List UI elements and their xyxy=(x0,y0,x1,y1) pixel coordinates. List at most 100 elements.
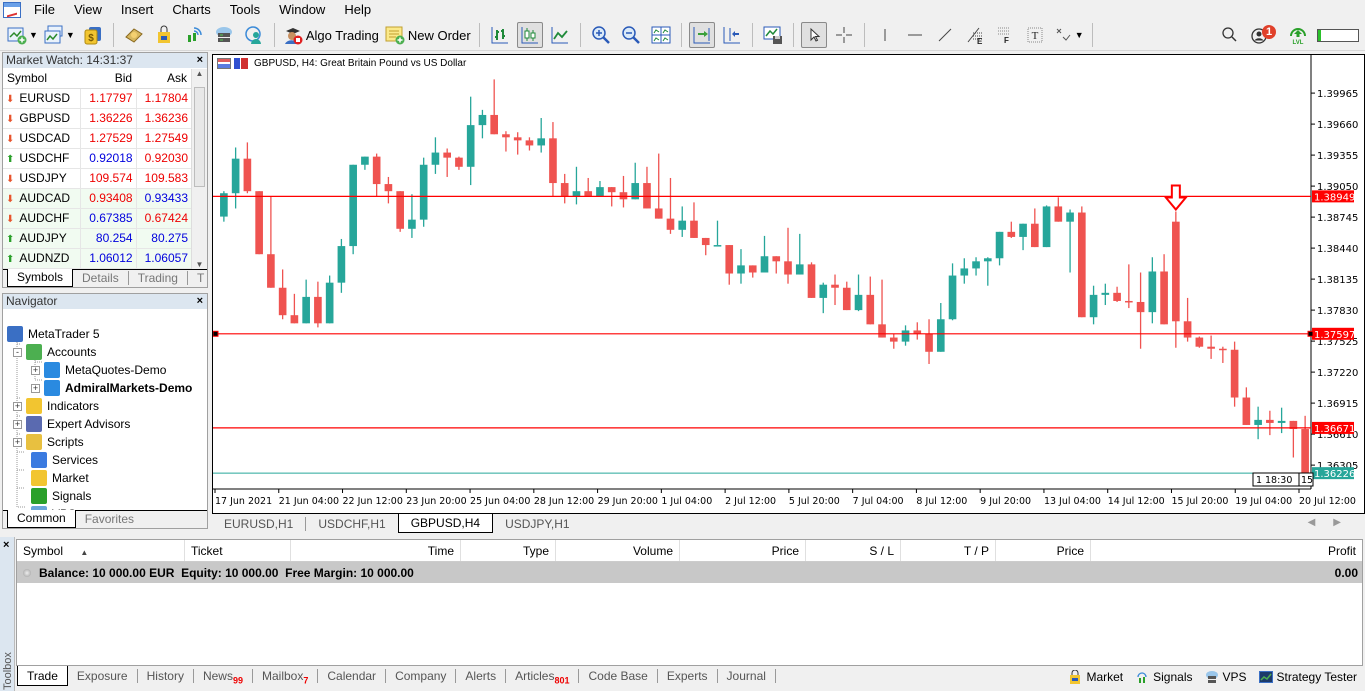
column-header-price[interactable]: Price xyxy=(680,540,806,561)
column-header-bid[interactable]: Bid xyxy=(80,68,137,89)
navigator-item[interactable]: + AdmiralMarkets-Demo xyxy=(31,379,192,397)
crosshair-tool-button[interactable] xyxy=(831,22,857,48)
expand-icon[interactable]: + xyxy=(31,383,40,393)
signals-button[interactable]: Signals xyxy=(1135,670,1193,684)
navigator-item[interactable]: Market xyxy=(31,469,89,487)
trendline-button[interactable] xyxy=(932,22,958,48)
navigator-item[interactable]: + MetaQuotes-Demo xyxy=(31,361,166,379)
column-header-ticket[interactable]: Ticket xyxy=(185,540,291,561)
menu-view[interactable]: View xyxy=(67,2,114,17)
navigator-item[interactable]: Services xyxy=(31,451,98,469)
auto-scroll-button[interactable] xyxy=(688,22,715,48)
tab-trading[interactable]: Trading xyxy=(129,271,188,285)
close-icon[interactable]: × xyxy=(197,294,203,309)
tab-symbols[interactable]: Symbols xyxy=(7,269,74,287)
scroll-down-icon[interactable]: ▼ xyxy=(192,260,207,269)
account-notifications-button[interactable]: 1 xyxy=(1247,22,1276,48)
column-header-type[interactable]: Type xyxy=(461,540,556,561)
toolbox-tab-history[interactable]: History xyxy=(138,669,194,683)
tab-ticks[interactable]: T xyxy=(188,271,213,285)
toolbox-tab-calendar[interactable]: Calendar xyxy=(318,669,387,683)
market-watch-row[interactable]: ⬇ AUDCHF 0.67385 0.67424 xyxy=(3,208,191,229)
search-button[interactable] xyxy=(1217,22,1243,48)
vps-button[interactable] xyxy=(211,22,237,48)
templates-button[interactable] xyxy=(760,22,786,48)
close-icon[interactable]: × xyxy=(197,53,203,68)
collapse-icon[interactable]: - xyxy=(13,347,22,357)
toolbox-tab-exposure[interactable]: Exposure xyxy=(68,669,138,683)
navigator-item[interactable]: + Expert Advisors xyxy=(13,415,130,433)
chart-tab-usdjpy[interactable]: USDJPY,H1 xyxy=(493,517,581,531)
toolbox-tab-experts[interactable]: Experts xyxy=(658,669,718,683)
market-watch-scrollbar[interactable]: ▲ ▼ xyxy=(191,69,207,269)
expand-icon[interactable]: + xyxy=(31,365,40,375)
toolbox-tab-code-base[interactable]: Code Base xyxy=(579,669,658,683)
fibonacci-button[interactable]: E xyxy=(962,22,988,48)
deposit-button[interactable]: $ xyxy=(80,22,106,48)
candlestick-chart-button[interactable] xyxy=(516,22,543,48)
fibo-fan-button[interactable]: F xyxy=(992,22,1018,48)
strategy-tester-button[interactable]: Strategy Tester xyxy=(1258,670,1357,684)
balance-row[interactable]: Balance: 10 000.00 EUR Equity: 10 000.00… xyxy=(17,562,1362,583)
toolbox-tab-news[interactable]: News99 xyxy=(194,669,253,685)
new-chart-button[interactable]: ▼ xyxy=(6,22,39,48)
app-icon[interactable] xyxy=(3,1,21,18)
market-watch-row[interactable]: ⬇ USDCAD 1.27529 1.27549 xyxy=(3,128,191,149)
tile-windows-button[interactable] xyxy=(648,22,674,48)
market-button[interactable] xyxy=(151,22,177,48)
chart-shift-button[interactable] xyxy=(719,22,745,48)
column-header-current-price[interactable]: Price xyxy=(996,540,1091,561)
scroll-left-icon[interactable]: ◀ xyxy=(1308,517,1334,528)
signals-button[interactable] xyxy=(181,22,207,48)
toolbox-tab-alerts[interactable]: Alerts xyxy=(456,669,507,683)
close-icon[interactable]: × xyxy=(3,539,9,551)
toolbox-tab-journal[interactable]: Journal xyxy=(718,669,776,683)
tab-details[interactable]: Details xyxy=(73,271,129,285)
menu-tools[interactable]: Tools xyxy=(223,2,272,17)
market-watch-row[interactable]: ⬆ USDCHF 0.92018 0.92030 xyxy=(3,148,191,169)
zoom-in-button[interactable] xyxy=(588,22,614,48)
text-tool-button[interactable]: T xyxy=(1022,22,1048,48)
toolbox-tab-mailbox[interactable]: Mailbox7 xyxy=(253,669,319,685)
menu-help[interactable]: Help xyxy=(337,2,383,17)
menu-window[interactable]: Window xyxy=(272,2,337,17)
menu-insert[interactable]: Insert xyxy=(114,2,166,17)
scroll-up-icon[interactable]: ▲ xyxy=(192,69,207,78)
navigator-item[interactable]: + Scripts xyxy=(13,433,84,451)
vps-button[interactable]: VPS xyxy=(1205,670,1247,684)
line-chart-button[interactable] xyxy=(547,22,573,48)
navigator-item[interactable]: + Indicators xyxy=(13,397,99,415)
expand-icon[interactable]: + xyxy=(13,401,22,411)
new-order-button[interactable]: New Order xyxy=(384,22,472,48)
column-header-symbol[interactable]: Symbol xyxy=(3,68,81,89)
toolbox-tab-trade[interactable]: Trade xyxy=(17,666,68,686)
shapes-button[interactable]: ▼ xyxy=(1052,22,1085,48)
chart-tab-eurusd[interactable]: EURUSD,H1 xyxy=(212,517,307,531)
bar-chart-button[interactable] xyxy=(487,22,513,48)
chart-tab-gbpusd[interactable]: GBPUSD,H4 xyxy=(397,514,494,533)
column-header-sl[interactable]: S / L xyxy=(806,540,901,561)
market-watch-row[interactable]: ⬇ AUDCAD 0.93408 0.93433 xyxy=(3,188,191,209)
column-header-ask[interactable]: Ask xyxy=(136,68,191,89)
level-button[interactable]: LVL xyxy=(1285,22,1311,48)
history-center-button[interactable] xyxy=(121,22,147,48)
chart-tab-usdchf[interactable]: USDCHF,H1 xyxy=(306,517,397,531)
column-header-profit[interactable]: Profit xyxy=(1091,540,1362,561)
expand-icon[interactable]: + xyxy=(13,419,22,429)
market-watch-row[interactable]: ⬇ GBPUSD 1.36226 1.36236 xyxy=(3,108,191,129)
community-button[interactable] xyxy=(241,22,267,48)
market-watch-row[interactable]: ⬇ USDJPY 109.574 109.583 xyxy=(3,168,191,189)
one-click-trading-icon[interactable] xyxy=(234,58,248,69)
navigator-item[interactable]: Signals xyxy=(31,487,91,505)
market-watch-row[interactable]: ⬇ EURUSD 1.17797 1.17804 xyxy=(3,88,191,109)
column-header-volume[interactable]: Volume xyxy=(556,540,680,561)
column-header-tp[interactable]: T / P xyxy=(901,540,996,561)
vertical-line-button[interactable] xyxy=(872,22,898,48)
column-header-symbol[interactable]: Symbol ▲ xyxy=(17,540,185,561)
profiles-button[interactable]: ▼ xyxy=(43,22,76,48)
menu-charts[interactable]: Charts xyxy=(165,2,222,17)
market-button[interactable]: Market xyxy=(1068,670,1123,684)
cursor-tool-button[interactable] xyxy=(800,22,827,48)
expand-icon[interactable]: + xyxy=(13,437,22,447)
tab-common[interactable]: Common xyxy=(7,510,76,528)
